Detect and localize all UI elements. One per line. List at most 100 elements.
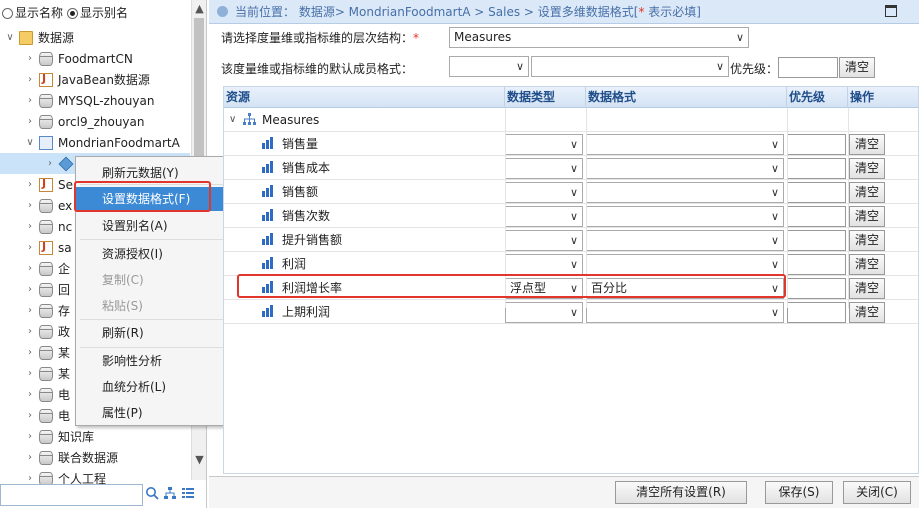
- chevron-right-icon[interactable]: ›: [24, 179, 36, 190]
- context-menu-item[interactable]: 资源授权(I): [76, 242, 227, 266]
- chevron-right-icon[interactable]: ›: [24, 242, 36, 253]
- tree-node[interactable]: ∨ 数据源: [0, 27, 190, 48]
- row-clear-button[interactable]: 清空: [849, 158, 885, 179]
- chevron-right-icon[interactable]: ›: [24, 74, 36, 85]
- context-menu-item[interactable]: 刷新元数据(Y): [76, 161, 227, 185]
- data-type-select[interactable]: ∨: [505, 206, 583, 227]
- tree-search-input[interactable]: [0, 484, 143, 506]
- chevron-right-icon[interactable]: ›: [24, 305, 36, 316]
- row-clear-button[interactable]: 清空: [849, 278, 885, 299]
- priority-input[interactable]: [787, 278, 846, 299]
- hierarchy-select[interactable]: Measures ∨: [449, 27, 749, 48]
- col-priority[interactable]: 优先级: [787, 87, 848, 108]
- context-menu-item[interactable]: 设置别名(A): [76, 214, 227, 238]
- tree-node[interactable]: › 知识库: [0, 426, 190, 447]
- chevron-down-icon[interactable]: ∨: [4, 32, 16, 43]
- default-clear-button[interactable]: 清空: [839, 57, 875, 78]
- data-format-select[interactable]: ∨: [586, 254, 784, 275]
- chevron-right-icon[interactable]: ›: [24, 221, 36, 232]
- close-button[interactable]: 关闭(C): [843, 481, 911, 504]
- chevron-right-icon[interactable]: ›: [24, 452, 36, 463]
- data-type-select[interactable]: ∨: [505, 254, 583, 275]
- data-type-select[interactable]: ∨: [505, 158, 583, 179]
- chevron-right-icon[interactable]: ›: [24, 431, 36, 442]
- chevron-right-icon[interactable]: ›: [24, 326, 36, 337]
- col-resource[interactable]: 资源: [224, 87, 505, 108]
- data-format-select[interactable]: ∨: [586, 182, 784, 203]
- row-clear-button[interactable]: 清空: [849, 302, 885, 323]
- priority-input[interactable]: [787, 182, 846, 203]
- data-type-select[interactable]: ∨: [505, 182, 583, 203]
- context-menu-item[interactable]: 影响性分析: [76, 349, 227, 373]
- data-format-select[interactable]: ∨: [586, 158, 784, 179]
- context-menu-item[interactable]: 设置数据格式(F): [76, 187, 227, 211]
- radio-icon[interactable]: [2, 7, 13, 19]
- clear-all-button[interactable]: 清空所有设置(R): [615, 481, 747, 504]
- context-menu-item[interactable]: 属性(P): [76, 401, 227, 425]
- save-button[interactable]: 保存(S): [765, 481, 833, 504]
- tree-node[interactable]: › JavaBean数据源: [0, 69, 190, 90]
- data-type-select[interactable]: ∨: [505, 230, 583, 251]
- row-clear-button[interactable]: 清空: [849, 230, 885, 251]
- data-format-select[interactable]: ∨: [586, 206, 784, 227]
- data-type-select[interactable]: ∨: [505, 134, 583, 155]
- chevron-right-icon[interactable]: ›: [24, 53, 36, 64]
- chevron-right-icon[interactable]: ›: [24, 347, 36, 358]
- row-clear-button[interactable]: 清空: [849, 134, 885, 155]
- scroll-thumb[interactable]: [194, 18, 204, 178]
- tree-node[interactable]: › 联合数据源: [0, 447, 190, 468]
- default-priority-input[interactable]: [778, 57, 838, 78]
- priority-input[interactable]: [787, 206, 846, 227]
- chevron-right-icon[interactable]: ›: [24, 263, 36, 274]
- row-clear-button[interactable]: 清空: [849, 206, 885, 227]
- chevron-right-icon[interactable]: ›: [24, 410, 36, 421]
- data-type-select[interactable]: 浮点型 ∨: [505, 278, 583, 299]
- data-format-select[interactable]: ∨: [586, 230, 784, 251]
- priority-input[interactable]: [787, 134, 846, 155]
- tree-node[interactable]: ∨ MondrianFoodmartA: [0, 132, 190, 153]
- context-menu-item[interactable]: 刷新(R): [76, 321, 227, 345]
- context-menu-item[interactable]: 血统分析(L): [76, 375, 227, 399]
- javabean-icon: [39, 177, 53, 192]
- tree-node[interactable]: › MYSQL-zhouyan: [0, 90, 190, 111]
- data-format-select[interactable]: 百分比 ∨: [586, 278, 784, 299]
- chevron-right-icon[interactable]: ›: [24, 389, 36, 400]
- data-format-select[interactable]: ∨: [586, 302, 784, 323]
- show-alias-option[interactable]: 显示别名: [67, 4, 128, 21]
- measures-grid: 资源 数据类型 数据格式 优先级 操作 ∨ Measures 销售量 ∨ ∨ 清空 销售…: [223, 86, 919, 474]
- col-data-format[interactable]: 数据格式: [586, 87, 787, 108]
- radio-selected-icon[interactable]: [67, 7, 79, 19]
- scroll-down-icon[interactable]: ▼: [192, 453, 207, 468]
- tree-node[interactable]: › FoodmartCN: [0, 48, 190, 69]
- maximize-icon[interactable]: [885, 5, 897, 17]
- col-action[interactable]: 操作: [848, 87, 918, 108]
- chevron-right-icon[interactable]: ›: [24, 116, 36, 127]
- priority-input[interactable]: [787, 302, 846, 323]
- chevron-right-icon[interactable]: ›: [24, 200, 36, 211]
- data-format-select[interactable]: ∨: [586, 134, 784, 155]
- default-format-select[interactable]: ∨: [531, 56, 729, 77]
- search-icon[interactable]: [145, 486, 159, 500]
- chevron-right-icon[interactable]: ›: [44, 158, 56, 169]
- table-row: 提升销售额 ∨ ∨ 清空: [224, 228, 918, 252]
- priority-input[interactable]: [787, 230, 846, 251]
- col-data-type[interactable]: 数据类型: [505, 87, 586, 108]
- scroll-up-icon[interactable]: ▲: [192, 2, 207, 17]
- row-clear-button[interactable]: 清空: [849, 182, 885, 203]
- chevron-right-icon[interactable]: ›: [24, 473, 36, 484]
- chevron-right-icon[interactable]: ›: [24, 368, 36, 379]
- show-name-option[interactable]: 显示名称: [2, 4, 63, 21]
- default-type-select[interactable]: ∨: [449, 56, 529, 77]
- chevron-down-icon[interactable]: ∨: [24, 137, 36, 148]
- list-view-icon[interactable]: [181, 486, 195, 500]
- javabean-icon: [39, 72, 53, 87]
- chevron-right-icon[interactable]: ›: [24, 95, 36, 106]
- data-type-select[interactable]: ∨: [505, 302, 583, 323]
- priority-input[interactable]: [787, 254, 846, 275]
- chevron-right-icon[interactable]: ›: [24, 284, 36, 295]
- priority-input[interactable]: [787, 158, 846, 179]
- collapse-icon[interactable]: ∨: [229, 108, 236, 132]
- tree-node[interactable]: › orcl9_zhouyan: [0, 111, 190, 132]
- tree-structure-icon[interactable]: [163, 486, 177, 500]
- row-clear-button[interactable]: 清空: [849, 254, 885, 275]
